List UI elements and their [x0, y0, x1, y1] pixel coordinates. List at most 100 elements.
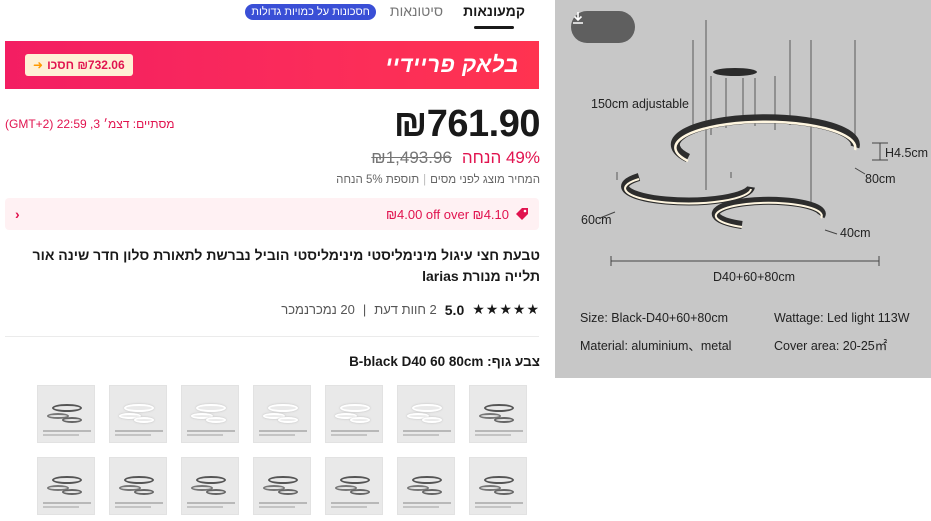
rating-row: ★★★★★ 5.0 2 חוות דעת | 20 נמכרנמכר [281, 301, 540, 318]
product-page: קמעונאות סיטונאות חסכונות על כמויות גדול… [0, 0, 931, 521]
spec-size: Size: Black-D40+60+80cm [580, 311, 728, 325]
thumbnail-graphic [412, 404, 442, 412]
thumbnail-graphic [331, 434, 367, 436]
thumbnail-graphic [259, 430, 307, 432]
tab-retail[interactable]: קמעונאות [463, 3, 525, 25]
variant-thumbnail[interactable] [325, 457, 383, 515]
thumbnail-graphic [331, 502, 379, 504]
coupon-text: ₪4.00 off over ₪4.10 [385, 206, 509, 222]
thumbnail-graphic [350, 489, 370, 495]
dimension-40: 40cm [840, 226, 871, 240]
thumbnail-graphic [268, 476, 298, 484]
tax-note: המחיר מוצג לפני מסים|תוספת 5% הנחה [336, 174, 540, 186]
dimension-60: 60cm [581, 213, 612, 227]
thumbnail-graphic [475, 430, 523, 432]
thumbnail-graphic [475, 434, 511, 436]
thumbnail-graphic [115, 430, 163, 432]
thumbnail-graphic [350, 417, 370, 423]
coupon-bar[interactable]: ₪4.00 off over ₪4.10 ‹ [5, 198, 539, 230]
tag-icon [516, 208, 528, 220]
spec-cover: Cover area: 20-25㎡ [774, 339, 888, 353]
thumbnail-graphic [52, 476, 82, 484]
price-row: ₪761.90 מסתיים: דצמ׳ 3, 22:59 (GMT+2) [5, 100, 541, 148]
thumbnail-graphic [278, 489, 298, 495]
thumbnail-graphic [475, 506, 511, 508]
thumbnail-graphic [62, 489, 82, 495]
lightning-icon: ➜ [33, 58, 44, 72]
bulk-savings-badge[interactable]: חסכונות על כמויות גדולות [245, 4, 376, 20]
tax-note-separator: | [423, 174, 427, 186]
thumbnail-graphic [259, 506, 295, 508]
dimension-adjustable: 150cm adjustable [591, 97, 689, 111]
thumbnail-graphic [124, 476, 154, 484]
thumbnail-graphic [43, 506, 79, 508]
thumbnail-graphic [403, 434, 439, 436]
thumbnail-graphic [206, 489, 226, 495]
variant-label-text: צבע גוף: [487, 354, 540, 369]
spec-material: Material: aluminium、metal [580, 339, 732, 353]
thumbnail-graphic [52, 404, 82, 412]
banner-savings: ₪732.06 חסכו ➜ [25, 54, 133, 76]
thumbnail-graphic [187, 506, 223, 508]
thumbnail-graphic [412, 476, 442, 484]
thumbnail-graphic [475, 502, 523, 504]
variant-thumbnail[interactable] [109, 385, 167, 443]
thumbnail-graphic [115, 434, 151, 436]
variant-thumbnail[interactable] [469, 457, 527, 515]
chevron-left-icon[interactable]: ‹ [15, 206, 20, 222]
spec-wattage: Wattage: Led light 113W [774, 311, 910, 325]
variant-thumbnail[interactable] [37, 385, 95, 443]
dimension-height: H4.5cm [885, 146, 929, 160]
thumbnail-graphic [340, 476, 370, 484]
variant-value: B-black D40 60 80cm [349, 354, 484, 369]
variant-thumbnail[interactable] [397, 457, 455, 515]
thumbnail-graphic [484, 404, 514, 412]
thumbnail-graphic [43, 430, 91, 432]
tax-note-price: המחיר מוצג לפני מסים [430, 174, 540, 186]
product-image: 150cm adjustable H4.5cm 80cm 60cm 40cm D… [555, 0, 931, 378]
download-icon [573, 12, 583, 24]
divider [5, 336, 539, 337]
thumbnail-graphic [403, 502, 451, 504]
variant-thumbnail[interactable] [253, 385, 311, 443]
thumbnail-graphic [259, 434, 295, 436]
thumbnail-graphic [331, 506, 367, 508]
thumbnail-graphic [43, 502, 91, 504]
thumbnail-graphic [340, 404, 370, 412]
thumbnail-graphic [187, 502, 235, 504]
tab-wholesale[interactable]: סיטונאות [390, 3, 443, 25]
variant-thumbnail[interactable] [109, 457, 167, 515]
review-count[interactable]: 2 חוות דעת [374, 302, 437, 317]
thumbnail-graphic [187, 430, 235, 432]
dimension-total: D40+60+80cm [713, 270, 796, 284]
current-price: ₪761.90 [393, 102, 541, 145]
discount-row: 49% הנחה ₪1,493.96 [371, 148, 540, 168]
thumbnail-graphic [494, 417, 514, 423]
variant-label: צבע גוף: B-black D40 60 80cm [349, 354, 540, 369]
variant-thumbnail[interactable] [37, 457, 95, 515]
black-friday-banner: בלאק פריידיי ₪732.06 חסכו ➜ [5, 41, 539, 89]
thumbnail-graphic [403, 506, 439, 508]
thumbnail-graphic [43, 434, 79, 436]
dimension-80: 80cm [865, 172, 896, 186]
download-button[interactable] [571, 11, 635, 43]
variant-thumbnail[interactable] [253, 457, 311, 515]
tax-note-extra: תוספת 5% הנחה [336, 174, 420, 186]
variant-thumbnail[interactable] [325, 385, 383, 443]
purchase-tabs: קמעונאות סיטונאות חסכונות על כמויות גדול… [245, 3, 525, 25]
original-price: ₪1,493.96 [371, 148, 452, 167]
product-info: קמעונאות סיטונאות חסכונות על כמויות גדול… [0, 0, 548, 521]
thumbnail-graphic [403, 430, 451, 432]
thumbnail-graphic [422, 417, 442, 423]
banner-savings-text: ₪732.06 חסכו [47, 58, 125, 72]
product-title: טבעת חצי עיגול מינימליסטי מינימליסטי הוב… [32, 247, 540, 284]
coupon: ₪4.00 off over ₪4.10 [386, 207, 529, 222]
variant-thumbnail[interactable] [469, 385, 527, 443]
thumbnail-graphic [134, 489, 154, 495]
variant-thumbnail[interactable] [181, 457, 239, 515]
variant-thumbnail[interactable] [397, 385, 455, 443]
variant-thumbnail[interactable] [181, 385, 239, 443]
thumbnail-graphic [494, 489, 514, 495]
thumbnail-graphic [259, 502, 307, 504]
star-rating-icon: ★★★★★ [472, 301, 540, 317]
